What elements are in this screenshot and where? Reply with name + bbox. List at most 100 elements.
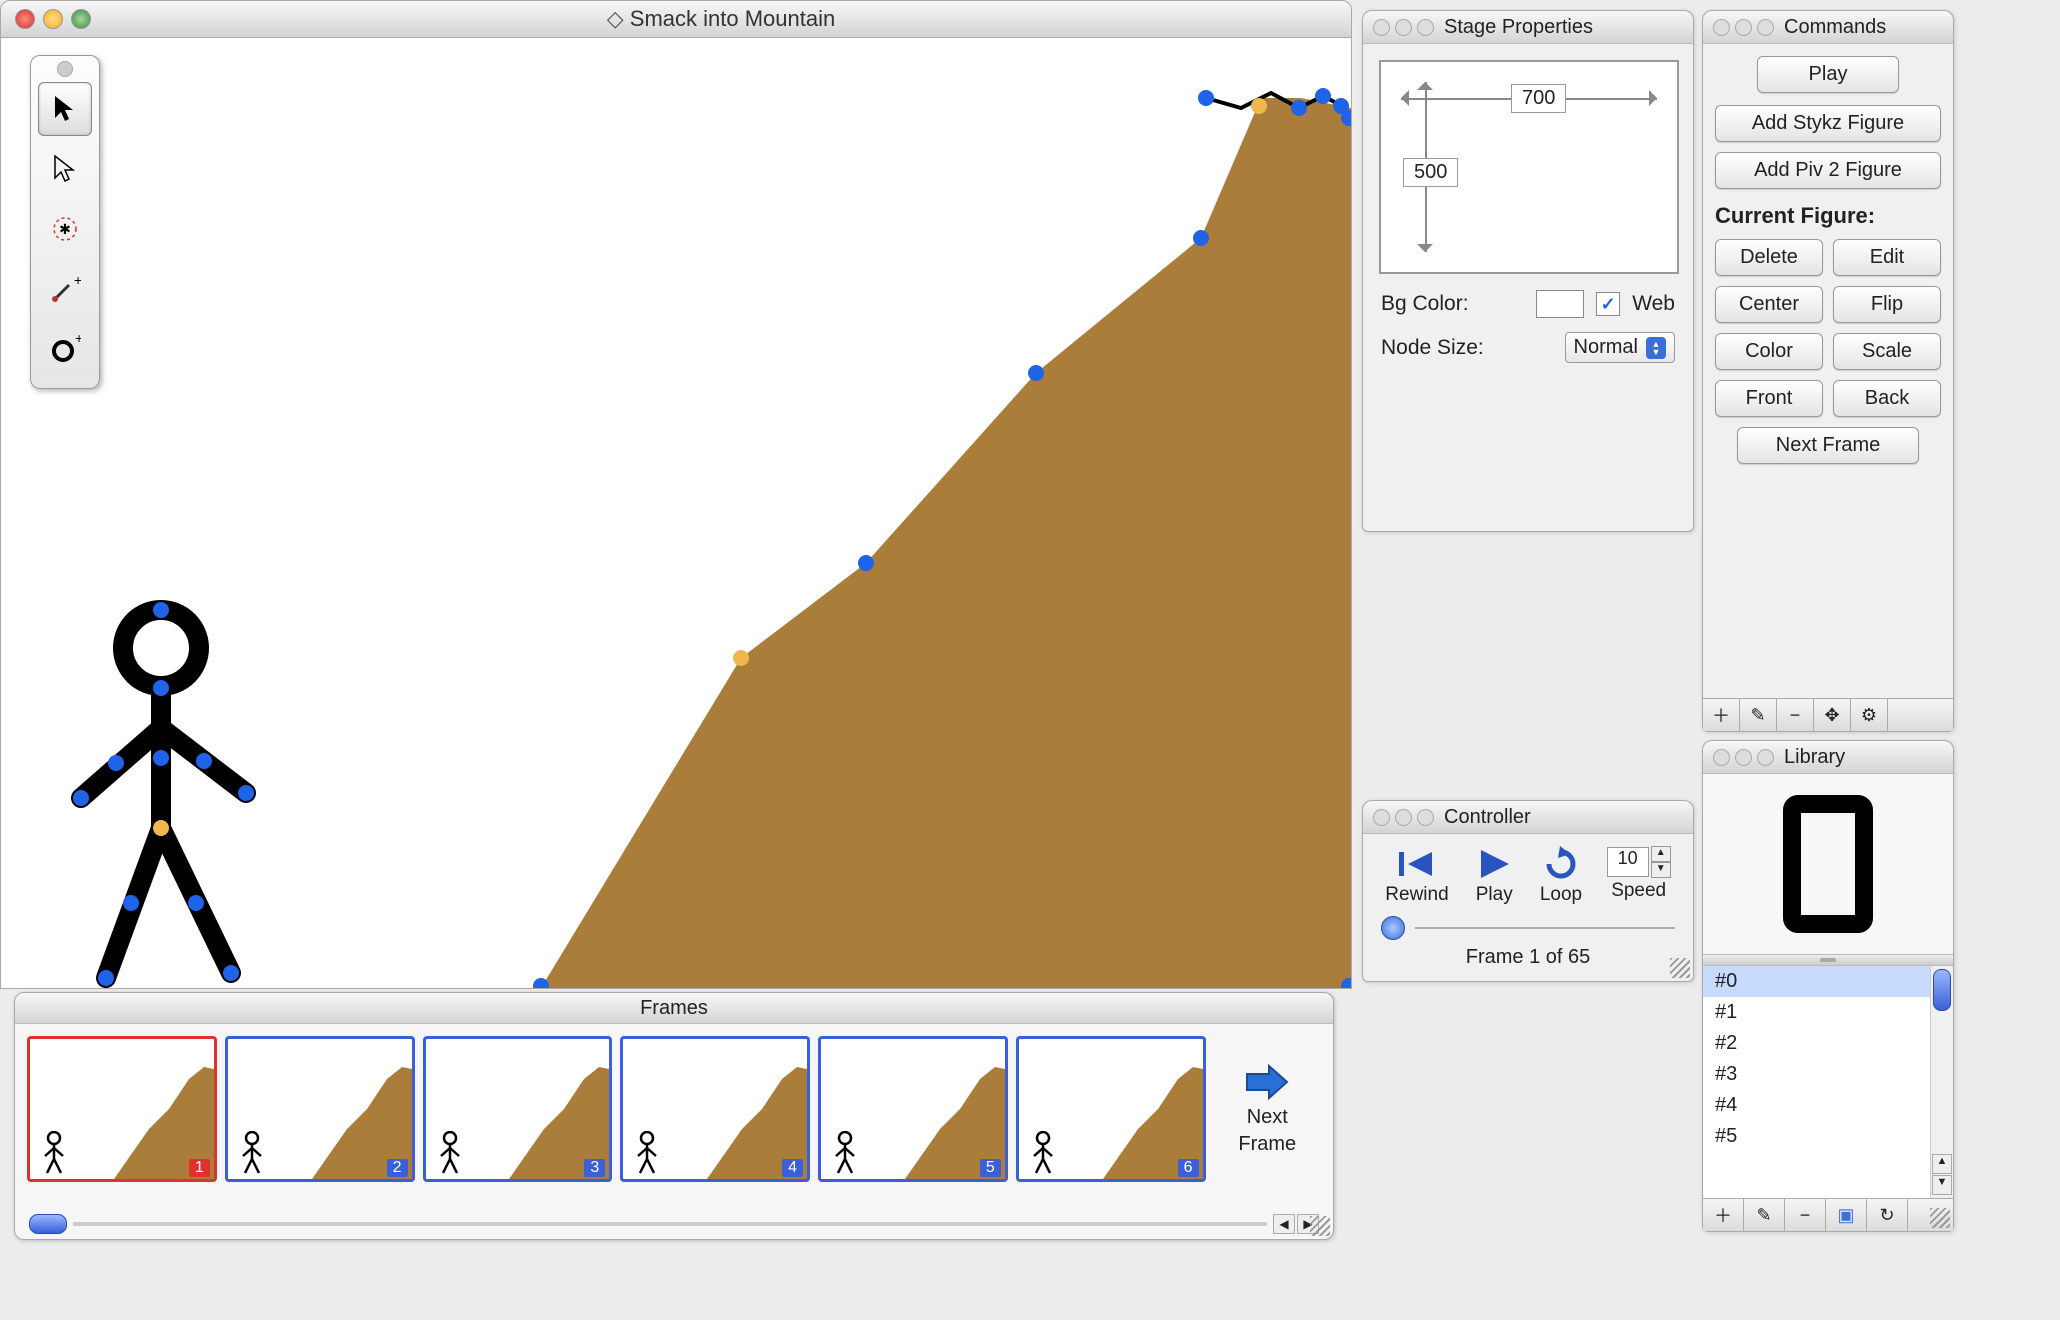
figure-pivot-node[interactable] (153, 820, 169, 836)
figure-node[interactable] (153, 602, 169, 618)
panel-close-button[interactable] (1373, 809, 1390, 826)
play-button[interactable]: Play (1473, 846, 1515, 906)
shape-node[interactable] (1315, 88, 1331, 104)
panel-close-button[interactable] (1713, 19, 1730, 36)
shape-node[interactable] (1341, 110, 1352, 126)
scroll-down-button[interactable]: ▼ (1932, 1175, 1952, 1195)
scrollbar-thumb[interactable] (29, 1214, 67, 1234)
node-size-select[interactable]: Normal ▲▼ (1565, 332, 1675, 363)
figure-node[interactable] (223, 965, 239, 981)
figure-node[interactable] (196, 753, 212, 769)
panel-minimize-button[interactable] (1395, 19, 1412, 36)
library-item[interactable]: #1 (1703, 997, 1953, 1028)
edit-figure-button[interactable]: Edit (1833, 239, 1941, 276)
scroll-left-button[interactable]: ◀ (1273, 1214, 1295, 1234)
add-circle-tool[interactable]: + (38, 322, 92, 376)
shape-node[interactable] (1193, 230, 1209, 246)
library-item[interactable]: #3 (1703, 1059, 1953, 1090)
node-tool[interactable]: ✱ (38, 202, 92, 256)
figure-node[interactable] (153, 750, 169, 766)
add-segment-tool[interactable]: + (38, 262, 92, 316)
panel-zoom-button[interactable] (1757, 749, 1774, 766)
frame-thumbnail[interactable]: 4 (620, 1036, 810, 1182)
figure-node[interactable] (73, 790, 89, 806)
panel-close-button[interactable] (1373, 19, 1390, 36)
figure-node[interactable] (238, 785, 254, 801)
scroll-up-button[interactable]: ▲ (1932, 1154, 1952, 1174)
frame-thumbnail[interactable]: 6 (1016, 1036, 1206, 1182)
close-window-button[interactable] (15, 9, 35, 29)
lib-refresh-icon[interactable]: ↻ (1867, 1199, 1908, 1231)
library-item[interactable]: #4 (1703, 1090, 1953, 1121)
lib-remove-icon[interactable]: − (1785, 1199, 1826, 1231)
shape-node[interactable] (1291, 100, 1307, 116)
panel-zoom-button[interactable] (1757, 19, 1774, 36)
web-checkbox[interactable]: ✓ (1596, 292, 1620, 316)
panel-zoom-button[interactable] (1417, 19, 1434, 36)
panel-minimize-button[interactable] (1395, 809, 1412, 826)
stage-width-field[interactable]: 700 (1511, 84, 1566, 113)
frame-slider[interactable] (1363, 910, 1693, 946)
stage-canvas[interactable] (0, 37, 1352, 989)
slider-knob[interactable] (1381, 916, 1405, 940)
edit-tool-icon[interactable]: ✎ (1740, 699, 1777, 731)
rewind-button[interactable]: Rewind (1385, 846, 1448, 906)
frames-panel-title[interactable]: Frames (15, 993, 1333, 1024)
speed-down-button[interactable]: ▼ (1651, 862, 1671, 878)
zoom-window-button[interactable] (71, 9, 91, 29)
scale-figure-button[interactable]: Scale (1833, 333, 1941, 370)
shape-node[interactable] (858, 555, 874, 571)
resize-handle[interactable] (1930, 1208, 1950, 1228)
frames-scrollbar[interactable]: ◀ ▶ (29, 1213, 1319, 1235)
stage-height-field[interactable]: 500 (1403, 158, 1458, 187)
scrollbar-track[interactable] (73, 1222, 1267, 1226)
remove-tool-icon[interactable]: − (1777, 699, 1814, 731)
figure-node[interactable] (188, 895, 204, 911)
scrollbar-thumb[interactable] (1933, 969, 1951, 1011)
figure-node[interactable] (153, 680, 169, 696)
loop-button[interactable]: Loop (1540, 846, 1582, 906)
play-animation-button[interactable]: Play (1757, 56, 1899, 93)
shape-node[interactable] (1341, 978, 1352, 989)
delete-figure-button[interactable]: Delete (1715, 239, 1823, 276)
speed-up-button[interactable]: ▲ (1651, 846, 1671, 862)
shape-node[interactable] (1028, 365, 1044, 381)
bg-color-swatch[interactable] (1536, 290, 1584, 318)
back-figure-button[interactable]: Back (1833, 380, 1941, 417)
figure-node[interactable] (108, 755, 124, 771)
shape-pivot-node[interactable] (733, 650, 749, 666)
library-item[interactable]: #5 (1703, 1121, 1953, 1152)
frame-thumbnail[interactable]: 3 (423, 1036, 613, 1182)
shape-node[interactable] (1198, 90, 1214, 106)
add-piv2-figure-button[interactable]: Add Piv 2 Figure (1715, 152, 1941, 189)
stick-figure[interactable] (51, 598, 291, 989)
add-tool-icon[interactable]: ＋ (1703, 699, 1740, 731)
figure-node[interactable] (123, 895, 139, 911)
select-tool[interactable] (38, 82, 92, 136)
settings-tool-icon[interactable]: ⚙ (1851, 699, 1888, 731)
library-item[interactable]: #2 (1703, 1028, 1953, 1059)
flip-figure-button[interactable]: Flip (1833, 286, 1941, 323)
panel-minimize-button[interactable] (1735, 749, 1752, 766)
shape-node[interactable] (533, 978, 549, 989)
color-figure-button[interactable]: Color (1715, 333, 1823, 370)
pointer-tool[interactable] (38, 142, 92, 196)
library-splitter[interactable] (1703, 955, 1953, 966)
resize-handle[interactable] (1670, 958, 1690, 978)
frame-thumbnail[interactable]: 2 (225, 1036, 415, 1182)
toolbox-grip[interactable] (31, 62, 99, 76)
panel-close-button[interactable] (1713, 749, 1730, 766)
move-tool-icon[interactable]: ✥ (1814, 699, 1851, 731)
add-stykz-figure-button[interactable]: Add Stykz Figure (1715, 105, 1941, 142)
next-frame-button[interactable]: NextFrame (1214, 1044, 1322, 1174)
minimize-window-button[interactable] (43, 9, 63, 29)
frame-thumbnail[interactable]: 5 (818, 1036, 1008, 1182)
lib-add-icon[interactable]: ＋ (1703, 1199, 1744, 1231)
panel-zoom-button[interactable] (1417, 809, 1434, 826)
lib-folder-icon[interactable]: ▣ (1826, 1199, 1867, 1231)
figure-node[interactable] (98, 970, 114, 986)
toolbox-palette[interactable]: ✱ + + (30, 55, 100, 389)
shape-pivot-node[interactable] (1251, 98, 1267, 114)
center-figure-button[interactable]: Center (1715, 286, 1823, 323)
library-item[interactable]: #0 (1703, 966, 1953, 997)
